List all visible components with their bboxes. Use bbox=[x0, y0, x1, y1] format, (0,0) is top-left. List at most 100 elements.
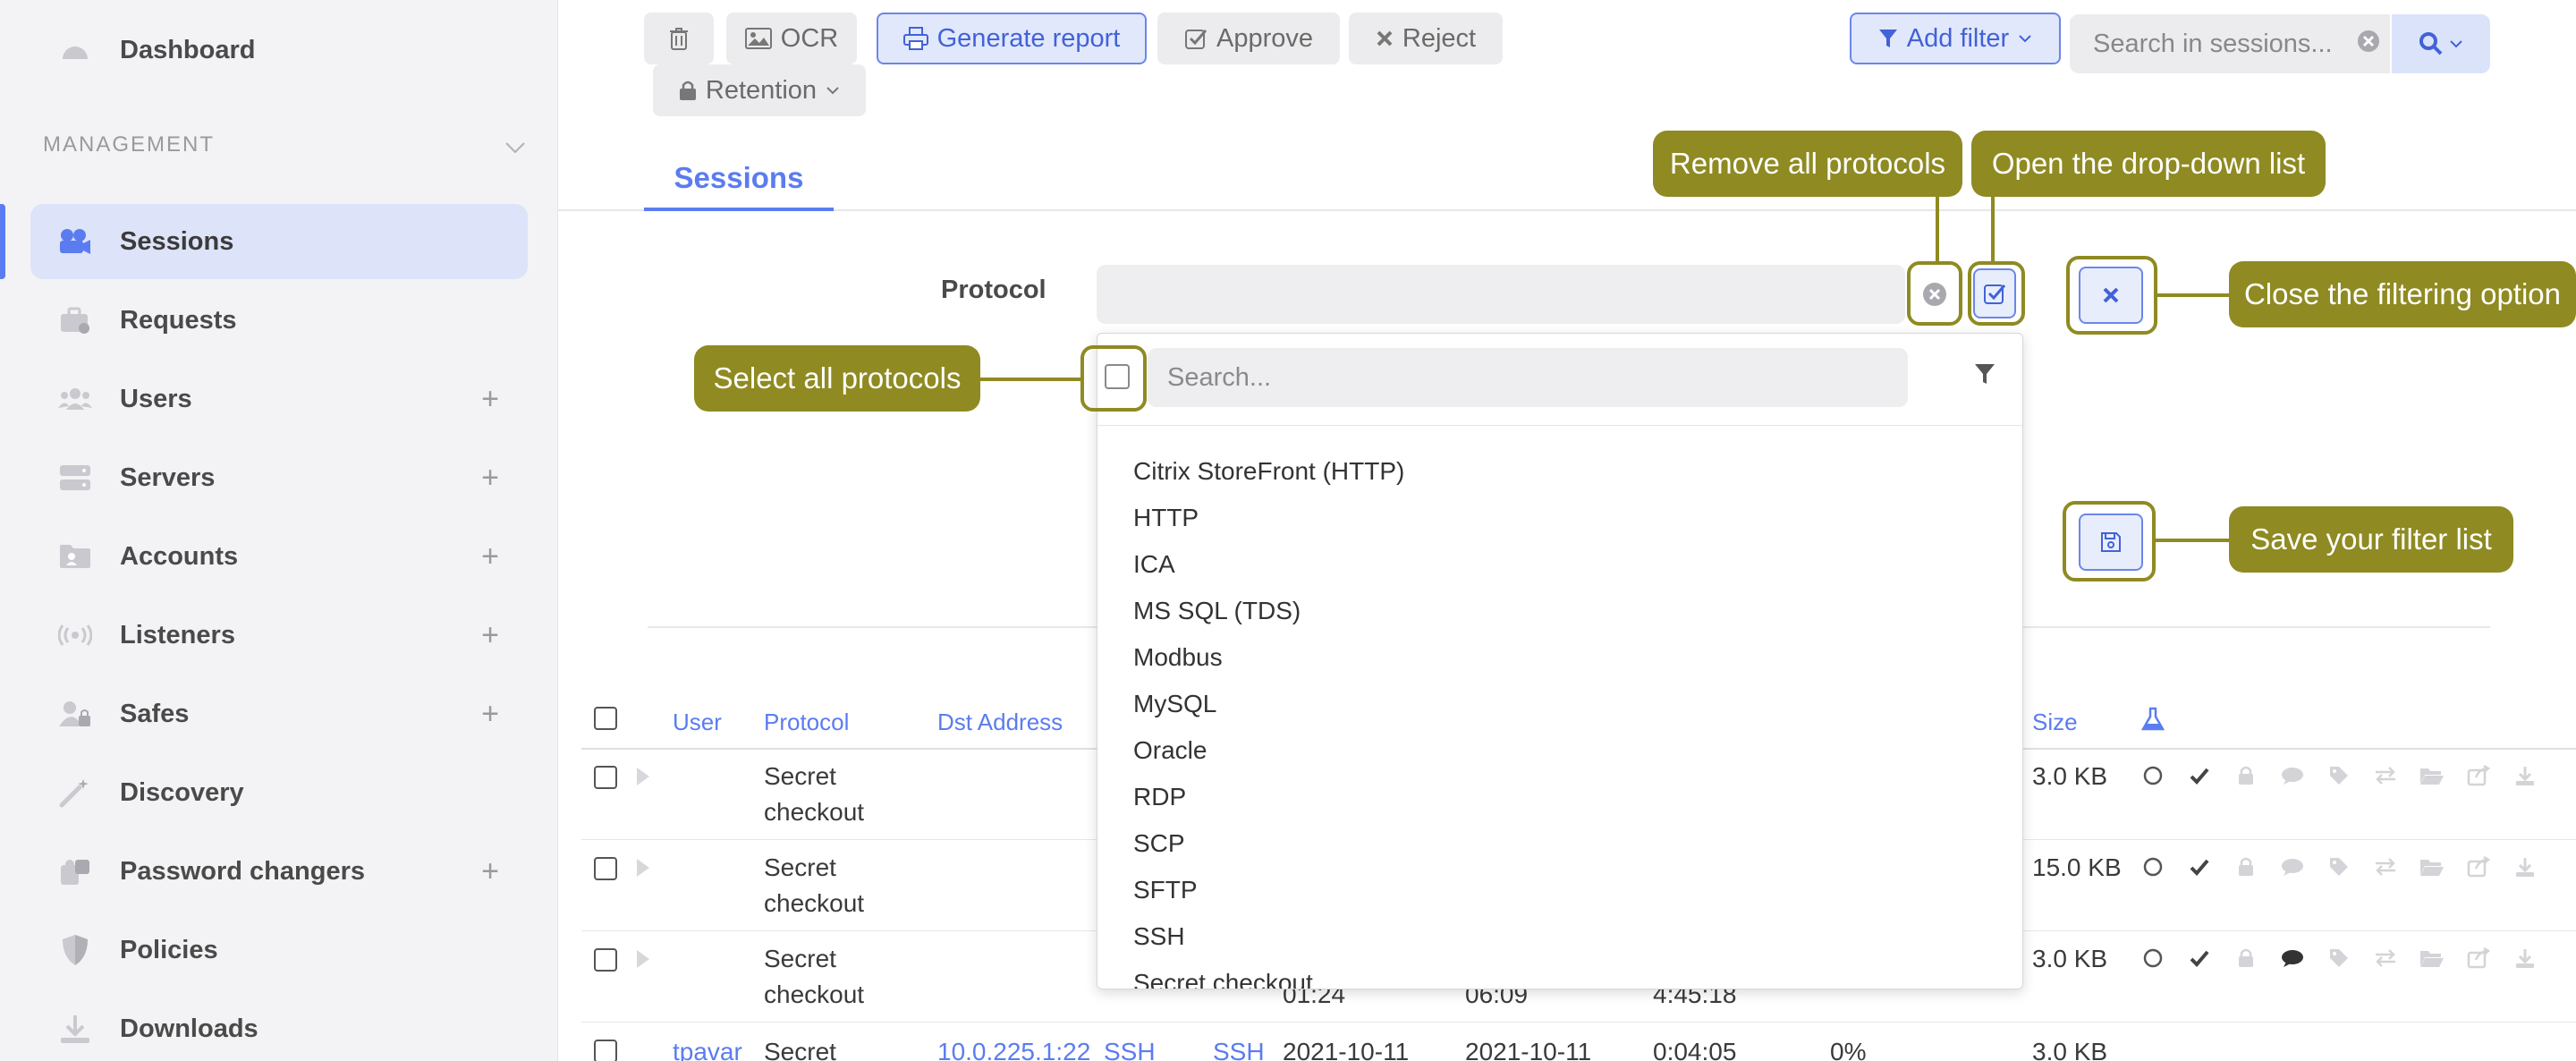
highlight-ring bbox=[1907, 261, 1962, 326]
tab-sessions[interactable]: Sessions bbox=[644, 157, 834, 211]
exchange-icon[interactable] bbox=[2372, 945, 2399, 972]
funnel-icon[interactable] bbox=[1974, 362, 1996, 386]
circle-status-icon[interactable] bbox=[2140, 853, 2166, 880]
comment-icon[interactable] bbox=[2279, 762, 2306, 789]
exchange-icon[interactable] bbox=[2372, 762, 2399, 789]
add-account-button[interactable]: + bbox=[481, 539, 499, 574]
protocol-option[interactable]: RDP bbox=[1133, 774, 1992, 820]
exchange-icon[interactable] bbox=[2372, 853, 2399, 880]
protocol-option[interactable]: SSH bbox=[1133, 913, 1992, 960]
user-cell[interactable]: tpavar bbox=[673, 1034, 742, 1061]
ocr-button[interactable]: OCR bbox=[726, 13, 857, 64]
lock-icon[interactable] bbox=[2233, 945, 2259, 972]
tag-icon[interactable] bbox=[2326, 853, 2352, 880]
search-button[interactable] bbox=[2392, 14, 2490, 73]
tag-icon[interactable] bbox=[2326, 945, 2352, 972]
protocol-cell-line2: checkout bbox=[764, 889, 865, 917]
add-password-changer-button[interactable]: + bbox=[481, 854, 499, 889]
protocol-option[interactable]: Oracle bbox=[1133, 727, 1992, 774]
protocol-option[interactable]: SFTP bbox=[1133, 867, 1992, 913]
expand-caret-icon[interactable] bbox=[637, 859, 649, 877]
protocol-option[interactable]: Secret checkout bbox=[1133, 960, 1992, 989]
sidebar-item-servers[interactable]: Servers + bbox=[30, 440, 528, 515]
folder-open-icon[interactable] bbox=[2419, 762, 2445, 789]
column-header-protocol[interactable]: Protocol bbox=[764, 709, 849, 736]
sidebar-item-password-changers[interactable]: Password changers + bbox=[30, 834, 528, 909]
retention-dropdown[interactable]: Retention bbox=[653, 64, 866, 116]
protocol-cell: Secret bbox=[764, 853, 836, 881]
circle-status-icon[interactable] bbox=[2140, 762, 2166, 789]
sidebar-item-users[interactable]: Users + bbox=[30, 361, 528, 437]
protocol-options-list: Citrix StoreFront (HTTP) HTTP ICA MS SQL… bbox=[1133, 448, 1992, 989]
callout-connector bbox=[1936, 191, 1939, 263]
add-listener-button[interactable]: + bbox=[481, 618, 499, 653]
protocol-option[interactable]: HTTP bbox=[1133, 495, 1992, 541]
sidebar-item-accounts[interactable]: Accounts + bbox=[30, 519, 528, 594]
row-checkbox[interactable] bbox=[594, 1040, 617, 1061]
delete-button[interactable] bbox=[644, 13, 714, 64]
add-user-button[interactable]: + bbox=[481, 382, 499, 417]
search-input[interactable]: Search in sessions... bbox=[2070, 14, 2390, 73]
protocol-option[interactable]: MySQL bbox=[1133, 681, 1992, 727]
dropdown-search-input[interactable]: Search... bbox=[1148, 348, 1908, 407]
row-checkbox[interactable] bbox=[594, 766, 617, 789]
folder-open-icon[interactable] bbox=[2419, 853, 2445, 880]
check-icon[interactable] bbox=[2186, 853, 2213, 880]
start-time-cell: 2021-10-11 bbox=[1283, 1038, 1410, 1061]
download-icon[interactable] bbox=[2512, 762, 2538, 789]
download-icon[interactable] bbox=[2512, 945, 2538, 972]
chevron-down-icon[interactable] bbox=[501, 132, 530, 161]
select-all-rows-checkbox[interactable] bbox=[594, 707, 617, 730]
dst-address-cell[interactable]: 10.0.225.1:22 bbox=[937, 1034, 1090, 1061]
sidebar-item-listeners[interactable]: Listeners + bbox=[30, 598, 528, 673]
check-icon[interactable] bbox=[2186, 762, 2213, 789]
expand-caret-icon[interactable] bbox=[637, 950, 649, 968]
row-checkbox[interactable] bbox=[594, 948, 617, 972]
row-checkbox[interactable] bbox=[594, 857, 617, 880]
lock-icon[interactable] bbox=[2233, 762, 2259, 789]
add-server-button[interactable]: + bbox=[481, 461, 499, 496]
share-icon[interactable] bbox=[2465, 945, 2492, 972]
comment-icon[interactable] bbox=[2279, 853, 2306, 880]
protocol-cell: Secret bbox=[764, 1038, 836, 1061]
video-camera-icon bbox=[57, 224, 93, 259]
share-icon[interactable] bbox=[2465, 853, 2492, 880]
protocol-option[interactable]: Modbus bbox=[1133, 634, 1992, 681]
sidebar-item-policies[interactable]: Policies bbox=[30, 912, 528, 988]
expand-caret-icon[interactable] bbox=[637, 768, 649, 785]
share-icon[interactable] bbox=[2465, 762, 2492, 789]
protocol-filter-input[interactable] bbox=[1097, 265, 1905, 324]
column-header-size[interactable]: Size bbox=[2032, 709, 2078, 736]
sidebar-item-discovery[interactable]: Discovery bbox=[30, 755, 528, 830]
lock-icon[interactable] bbox=[2233, 853, 2259, 880]
sidebar-item-dashboard[interactable]: Dashboard bbox=[30, 13, 528, 88]
tag-icon[interactable] bbox=[2326, 762, 2352, 789]
protocol-option[interactable]: MS SQL (TDS) bbox=[1133, 588, 1992, 634]
protocol-link-cell[interactable]: SSH bbox=[1104, 1034, 1156, 1061]
folder-open-icon[interactable] bbox=[2419, 945, 2445, 972]
column-header-dst-address[interactable]: Dst Address bbox=[937, 709, 1063, 736]
protocol-link-cell[interactable]: SSH bbox=[1213, 1034, 1265, 1061]
sidebar-item-safes[interactable]: Safes + bbox=[30, 676, 528, 751]
check-icon[interactable] bbox=[2186, 945, 2213, 972]
download-icon[interactable] bbox=[2512, 853, 2538, 880]
generate-report-label: Generate report bbox=[936, 23, 1121, 53]
clear-search-icon[interactable] bbox=[2356, 29, 2381, 54]
highlight-ring bbox=[2066, 256, 2157, 335]
flask-icon[interactable] bbox=[2141, 707, 2165, 732]
column-header-user[interactable]: User bbox=[673, 709, 722, 736]
protocol-option[interactable]: ICA bbox=[1133, 541, 1992, 588]
sidebar-item-sessions[interactable]: Sessions bbox=[30, 204, 528, 279]
generate-report-button[interactable]: Generate report bbox=[877, 13, 1147, 64]
add-safe-button[interactable]: + bbox=[481, 697, 499, 732]
sidebar-item-downloads[interactable]: Downloads bbox=[30, 991, 528, 1061]
approve-button[interactable]: Approve bbox=[1157, 13, 1340, 64]
add-filter-button[interactable]: Add filter bbox=[1850, 13, 2061, 64]
protocol-option[interactable]: Citrix StoreFront (HTTP) bbox=[1133, 448, 1992, 495]
comment-icon[interactable] bbox=[2279, 945, 2306, 972]
circle-status-icon[interactable] bbox=[2140, 945, 2166, 972]
sidebar-item-requests[interactable]: Requests bbox=[30, 283, 528, 358]
protocol-option[interactable]: SCP bbox=[1133, 820, 1992, 867]
reject-button[interactable]: Reject bbox=[1349, 13, 1503, 64]
image-icon bbox=[744, 28, 772, 49]
